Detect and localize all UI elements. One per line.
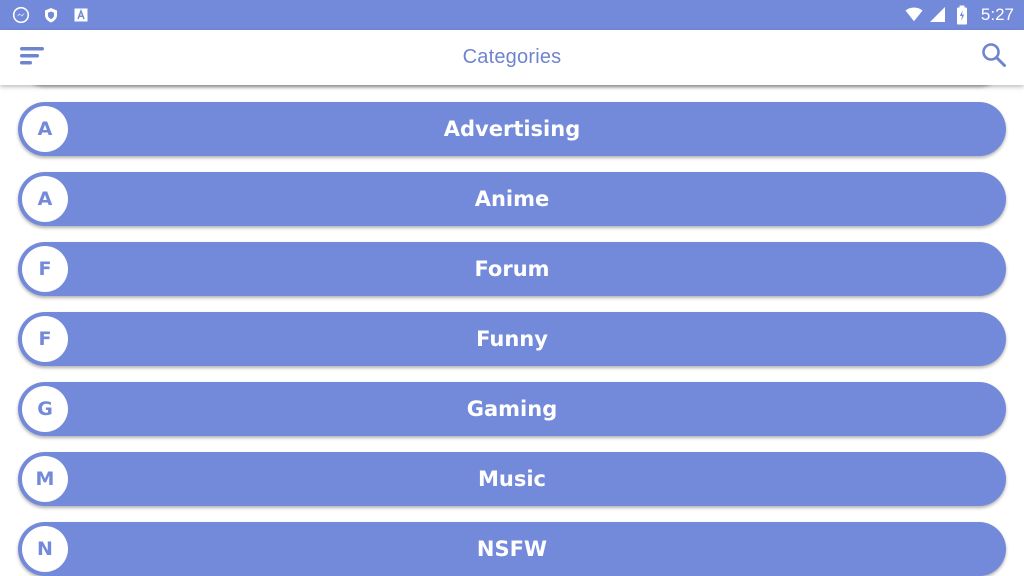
category-item[interactable]: Forum F <box>18 242 1006 296</box>
search-icon <box>981 42 1007 72</box>
category-letter-avatar: A <box>22 106 68 152</box>
category-label: Anime <box>474 187 550 211</box>
category-item[interactable]: NSFW N <box>18 522 1006 576</box>
category-letter-avatar: G <box>22 386 68 432</box>
search-button[interactable] <box>980 43 1008 71</box>
sort-menu-icon <box>19 45 45 71</box>
category-letter-avatar: M <box>22 456 68 502</box>
category-item[interactable]: Gaming G <box>18 382 1006 436</box>
status-bar-system: 5:27 <box>905 5 1014 25</box>
category-label: NSFW <box>476 537 548 561</box>
page-title: Categories <box>462 46 562 68</box>
signal-icon <box>929 6 947 24</box>
category-letter-avatar: F <box>22 316 68 362</box>
category-letter-avatar: F <box>22 246 68 292</box>
wifi-icon <box>905 6 923 24</box>
category-label: Music <box>478 467 546 491</box>
a-badge-icon <box>72 6 90 24</box>
category-label: Gaming <box>466 397 558 421</box>
category-label: Forum <box>474 257 550 281</box>
category-item[interactable]: Anime A <box>18 172 1006 226</box>
status-time: 5:27 <box>980 5 1014 24</box>
category-letter-avatar: A <box>22 176 68 222</box>
shield-icon <box>42 6 60 24</box>
status-bar-notifications <box>12 6 90 24</box>
category-item[interactable]: Funny F <box>18 312 1006 366</box>
category-label: Advertising <box>443 117 581 141</box>
category-label: Funny <box>476 327 548 351</box>
category-item[interactable]: Music M <box>18 452 1006 506</box>
category-list[interactable]: Advertising A Anime A Forum F Funny F Ga… <box>0 85 1024 576</box>
messenger-icon <box>12 6 30 24</box>
app-bar: Categories <box>0 30 1024 85</box>
category-item[interactable]: Advertising A <box>18 102 1006 156</box>
category-letter-avatar: N <box>22 526 68 572</box>
status-bar: 5:27 <box>0 0 1024 30</box>
menu-button[interactable] <box>18 44 46 72</box>
battery-charging-icon <box>953 5 971 25</box>
